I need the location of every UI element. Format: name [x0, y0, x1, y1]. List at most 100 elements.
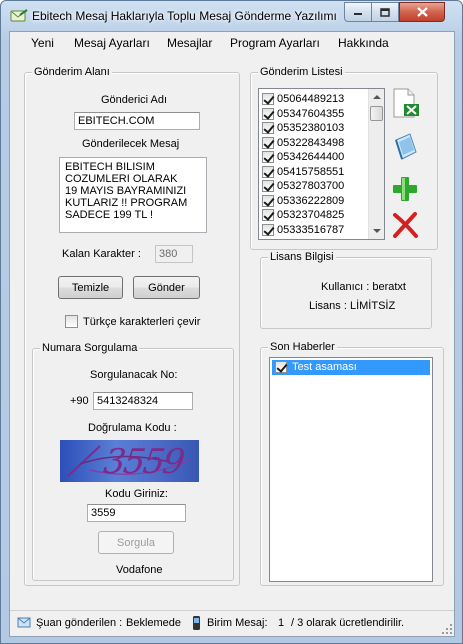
number-label: 05064489213: [277, 93, 345, 105]
remaining-field: 380: [155, 245, 193, 263]
gonderim-listesi-title: Gönderim Listesi: [258, 66, 345, 78]
lisans-group: Lisans Bilgisi Kullanıcı : beratxt Lisan…: [260, 251, 432, 329]
remaining-label: Kalan Karakter :: [62, 248, 141, 260]
menu-yeni[interactable]: Yeni: [31, 36, 54, 50]
number-checkbox[interactable]: [262, 209, 274, 221]
number-listbox[interactable]: 05064489213 05347604355 05352380103 0532284…: [258, 88, 385, 240]
sender-field[interactable]: EBITECH.COM: [74, 112, 200, 130]
message-label: Gönderilecek Mesaj: [82, 138, 180, 150]
menu-bar: Yeni Mesaj Ayarları Mesajlar Program Aya…: [10, 32, 454, 54]
query-button[interactable]: Sorgula: [98, 531, 174, 554]
message-line: KUTLARIZ !! PROGRAM: [65, 197, 188, 209]
scroll-down-icon[interactable]: [373, 229, 381, 233]
number-label: 05327803700: [277, 180, 345, 192]
number-list-item[interactable]: 05352380103: [262, 121, 344, 135]
turkish-chars-checkbox[interactable]: [65, 315, 78, 328]
maximize-button[interactable]: [372, 2, 399, 22]
license-user: Kullanıcı : beratxt: [321, 281, 406, 293]
gonderim-alani-group: Gönderim Alanı Gönderici Adı EBITECH.COM…: [24, 66, 240, 586]
scroll-thumb[interactable]: [370, 106, 383, 121]
code-input[interactable]: 3559: [87, 504, 186, 522]
maximize-icon: [380, 7, 390, 17]
number-checkbox[interactable]: [262, 107, 274, 120]
number-checkbox[interactable]: [262, 151, 274, 163]
number-label: 05333516787: [277, 223, 345, 236]
scroll-up-icon[interactable]: [373, 95, 381, 99]
number-list-item[interactable]: 05323704825: [262, 208, 344, 222]
main-window: Ebitech Mesaj Haklarıyla Toplu Mesaj Gön…: [0, 0, 463, 644]
add-icon[interactable]: [390, 174, 420, 204]
menu-mesajlar[interactable]: Mesajlar: [167, 36, 212, 50]
son-haberler-title: Son Haberler: [268, 341, 337, 353]
numara-sorgulama-title: Numara Sorgulama: [40, 342, 140, 354]
number-checkbox[interactable]: [262, 165, 274, 178]
menu-hakkinda[interactable]: Hakkında: [338, 36, 389, 50]
list-scrollbar[interactable]: [368, 89, 384, 239]
close-icon: [416, 7, 428, 17]
notepad-icon[interactable]: [390, 132, 420, 162]
window-title: Ebitech Mesaj Haklarıyla Toplu Mesaj Gön…: [32, 9, 337, 23]
lisans-title: Lisans Bilgisi: [268, 251, 336, 263]
operator-label: Vodafone: [116, 564, 163, 576]
close-button[interactable]: [399, 2, 445, 22]
number-checkbox[interactable]: [262, 122, 274, 134]
status-bar: Şuan gönderilen : Beklemede Birim Mesaj:…: [10, 610, 454, 636]
number-label: 05323704825: [277, 209, 345, 221]
number-list-item[interactable]: 05342644400: [262, 150, 344, 164]
query-label: Sorgulanacak No:: [90, 369, 178, 381]
minimize-button[interactable]: [344, 2, 372, 22]
number-checkbox[interactable]: [262, 136, 274, 149]
sending-value: Beklemede: [126, 617, 182, 629]
number-list-item[interactable]: 05327803700: [262, 179, 344, 193]
number-label: 05352380103: [277, 122, 345, 134]
app-icon: [10, 9, 28, 22]
number-checkbox[interactable]: [262, 93, 274, 105]
excel-import-icon[interactable]: [390, 88, 420, 118]
menu-program-ayarlari[interactable]: Program Ayarları: [230, 36, 320, 50]
number-checkbox[interactable]: [262, 180, 274, 192]
number-label: 05322843498: [277, 136, 345, 149]
verify-label: Doğrulama Kodu :: [88, 422, 177, 434]
captcha-text: 3559: [101, 442, 186, 482]
number-list-item[interactable]: 05336222809: [262, 194, 344, 208]
message-line: EBITECH BILISIM: [65, 161, 155, 173]
message-line: SADECE 199 TL !: [65, 209, 154, 221]
message-line: COZUMLERI OLARAK: [65, 173, 178, 185]
number-label: 05415758551: [277, 165, 345, 178]
client-area: Yeni Mesaj Ayarları Mesajlar Program Aya…: [9, 31, 455, 637]
number-list-item[interactable]: 05322843498: [262, 136, 344, 150]
code-label: Kodu Giriniz:: [105, 488, 168, 500]
number-list-item[interactable]: 05333516787: [262, 223, 344, 237]
message-textarea[interactable]: EBITECH BILISIM COZUMLERI OLARAK 19 MAYIS …: [59, 157, 207, 233]
number-list-item[interactable]: 05347604355: [262, 107, 344, 121]
resize-grip-icon[interactable]: [441, 623, 453, 635]
son-haberler-group: Son Haberler Test asaması: [260, 341, 444, 586]
sender-label: Gönderici Adı: [101, 94, 168, 106]
news-listbox[interactable]: Test asaması: [269, 357, 433, 582]
news-item-label: Test asaması: [292, 361, 357, 373]
phone-icon: [193, 616, 200, 630]
news-item-checkbox[interactable]: [275, 361, 287, 373]
license-type: Lisans : LİMİTSİZ: [309, 300, 396, 312]
gonderim-alani-title: Gönderim Alanı: [32, 66, 112, 78]
phone-prefix: +90: [70, 395, 89, 407]
delete-icon[interactable]: [390, 210, 420, 240]
menu-mesaj-ayarlari[interactable]: Mesaj Ayarları: [74, 36, 150, 50]
message-line: 19 MAYIS BAYRAMINIZI: [65, 185, 187, 197]
title-bar[interactable]: Ebitech Mesaj Haklarıyla Toplu Mesaj Gön…: [1, 1, 462, 31]
unit-suffix: / 3 olarak ücretlendirilir.: [291, 617, 405, 629]
number-checkbox[interactable]: [262, 223, 274, 236]
unit-value: 1: [278, 617, 285, 629]
number-label: 05342644400: [277, 151, 345, 163]
captcha-image: 3559: [60, 440, 199, 482]
clear-button[interactable]: Temizle: [58, 276, 123, 299]
number-label: 05336222809: [277, 194, 345, 207]
number-checkbox[interactable]: [262, 194, 274, 207]
send-button[interactable]: Gönder: [133, 276, 200, 299]
minimize-icon: [354, 13, 362, 15]
query-number-field[interactable]: 5413248324: [93, 392, 193, 410]
unit-label: Birim Mesaj:: [207, 617, 268, 629]
number-list-item[interactable]: 05064489213: [262, 92, 344, 106]
number-list-item[interactable]: 05415758551: [262, 165, 344, 179]
send-status-icon: [17, 617, 31, 628]
